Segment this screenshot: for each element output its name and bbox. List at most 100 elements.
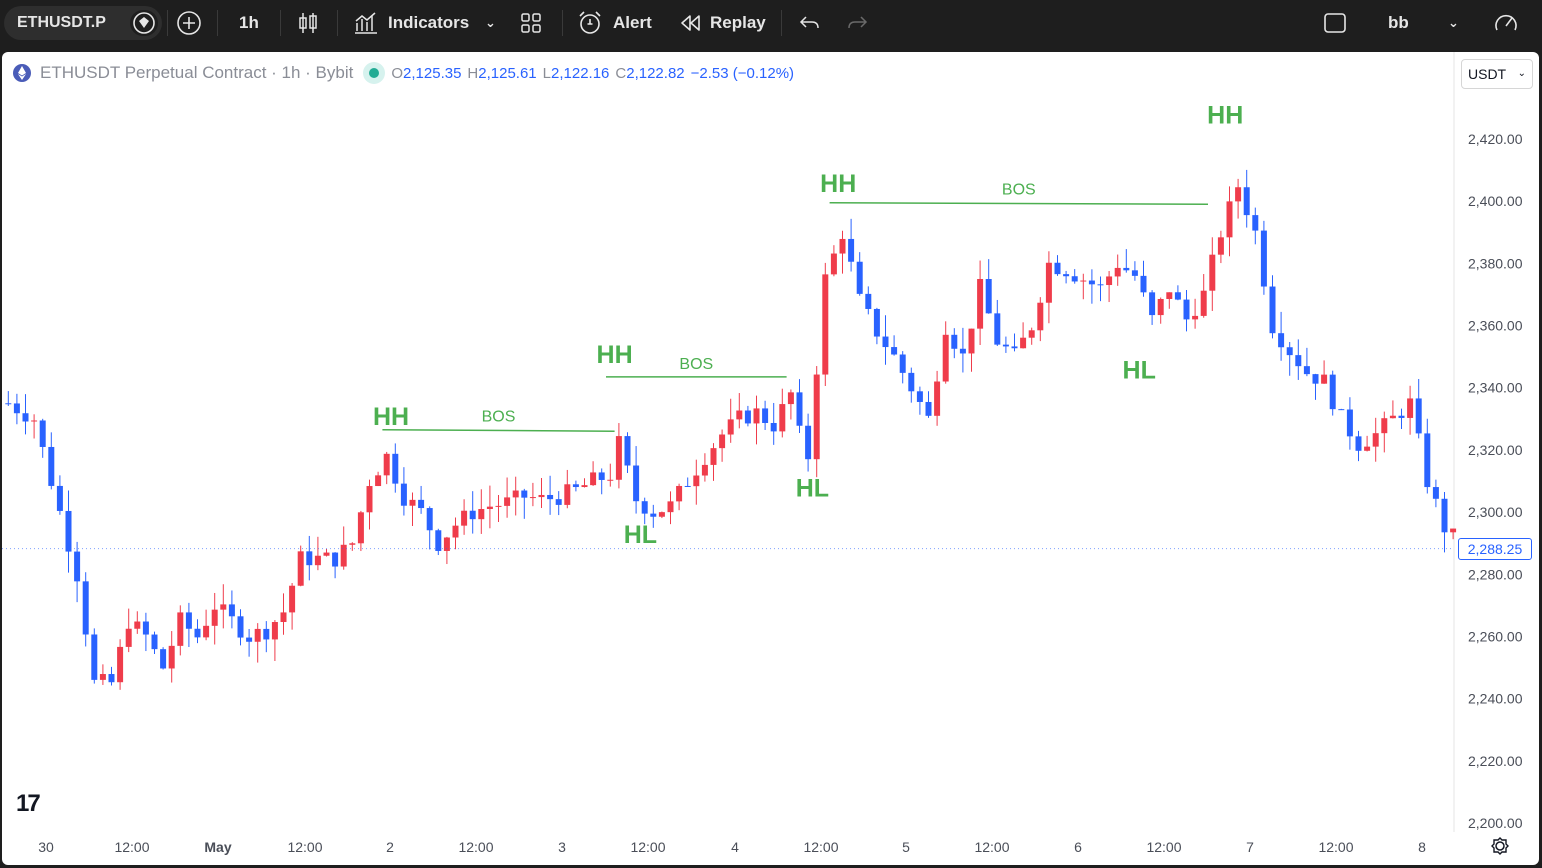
candle-body [1106, 276, 1113, 286]
higher-high-marker: HH [373, 403, 409, 431]
candle-body [873, 308, 880, 337]
time-axis-tick: 8 [1418, 839, 1426, 855]
symbol-diamond-icon[interactable] [130, 10, 158, 36]
layouts-button[interactable] [520, 0, 542, 46]
candle-body [547, 494, 554, 500]
tradingview-logo[interactable]: 17 [16, 790, 41, 818]
close-label: C [615, 64, 627, 82]
indicators-icon [355, 12, 377, 34]
candle-body [125, 628, 132, 647]
layout-name-button[interactable]: bb [1388, 0, 1409, 46]
candle-body [357, 512, 364, 544]
candle-body [1037, 302, 1044, 331]
candle-body [1243, 187, 1250, 216]
time-axis-tick: 12:00 [1318, 839, 1353, 855]
candle-body [676, 485, 683, 502]
candle-body [366, 486, 373, 513]
candle-body [1149, 292, 1156, 316]
price-axis-tick: 2,200.00 [1468, 815, 1523, 831]
higher-high-marker: HH [820, 170, 856, 198]
candle-body [830, 253, 837, 275]
candle-body [134, 621, 141, 629]
candle-body [822, 274, 829, 375]
bos-line [829, 201, 1209, 206]
candle-body [839, 238, 846, 254]
candle-body [254, 628, 261, 642]
candle-body [572, 484, 579, 488]
candle-body [1011, 346, 1018, 349]
indicators-chevron-down-icon[interactable]: ⌄ [485, 0, 496, 46]
candle-body [56, 485, 63, 511]
chart-canvas[interactable]: 2,420.00 2,400.00 2,380.00 2,360.00 2,340.00… [2, 52, 1539, 865]
candle-body [65, 510, 72, 552]
symbol-label: ETHUSDT.P [17, 14, 106, 31]
rewind-icon [681, 15, 700, 31]
chart-pane[interactable]: 2,420.00 2,400.00 2,380.00 2,360.00 2,340.00… [2, 52, 1539, 865]
time-axis-tick: 6 [1074, 839, 1082, 855]
toolbar-divider [337, 10, 338, 36]
candle-body [1054, 262, 1061, 275]
time-axis-tick: 4 [731, 839, 739, 855]
price-axis-tick: 2,300.00 [1468, 504, 1523, 520]
candle-body [22, 413, 29, 422]
candle-body [1020, 337, 1027, 349]
candles-icon [299, 13, 317, 33]
candle-body [1260, 230, 1267, 287]
candle-body [856, 261, 863, 294]
candle-body [581, 485, 588, 488]
candle-body [951, 334, 958, 349]
candle-body [925, 401, 932, 416]
chart-type-button[interactable] [297, 0, 319, 46]
candle-body [1286, 347, 1293, 356]
candle-body [667, 501, 674, 513]
candle-body [1192, 315, 1199, 320]
candle-body [977, 279, 984, 329]
candle-body [744, 410, 751, 424]
candle-body [1381, 418, 1388, 434]
candle-body [753, 408, 760, 424]
time-axis-tick: 12:00 [458, 839, 493, 855]
currency-select[interactable]: USDT ⌄ [1461, 59, 1533, 89]
candle-body [1166, 292, 1173, 299]
candle-body [942, 334, 949, 382]
candle-body [383, 453, 390, 476]
quick-search-button[interactable] [1493, 0, 1519, 46]
time-axis-tick: 12:00 [974, 839, 1009, 855]
interval-button[interactable]: 1h [239, 0, 259, 46]
candle-body [770, 422, 777, 432]
layout-chevron-down-icon[interactable]: ⌄ [1448, 0, 1459, 46]
replay-button[interactable]: Replay [679, 0, 766, 46]
candle-body [1088, 280, 1095, 285]
candle-body [1312, 374, 1319, 384]
alert-button[interactable]: Alert [577, 0, 652, 46]
time-axis-tick: 12:00 [630, 839, 665, 855]
candle-body [99, 674, 106, 680]
redo-button[interactable] [846, 0, 868, 46]
time-axis-tick: May [204, 839, 231, 855]
redo-icon [848, 16, 868, 29]
square-icon [1324, 13, 1346, 33]
higher-high-marker: HH [1207, 101, 1243, 129]
candle-body [985, 279, 992, 314]
candle-body [650, 513, 657, 517]
candle-body [590, 472, 597, 486]
undo-button[interactable] [799, 0, 821, 46]
candle-body [865, 293, 872, 309]
fullscreen-button[interactable] [1323, 0, 1347, 46]
candle-body [220, 604, 227, 610]
candle-body [280, 612, 287, 623]
indicators-button[interactable]: Indicators [353, 0, 469, 46]
candle-body [349, 543, 356, 545]
open-label: O [391, 64, 404, 82]
candle-body [615, 436, 622, 480]
candle-body [323, 552, 330, 556]
candle-body [263, 628, 270, 640]
candle-body [375, 475, 382, 487]
candle-body [624, 436, 631, 466]
close-value: 2,122.82 [626, 64, 685, 82]
gear-icon[interactable] [1490, 836, 1510, 856]
candle-body [1097, 284, 1104, 286]
candle-body [1114, 267, 1121, 277]
add-symbol-button[interactable] [176, 0, 202, 46]
candle-body [1123, 267, 1130, 271]
